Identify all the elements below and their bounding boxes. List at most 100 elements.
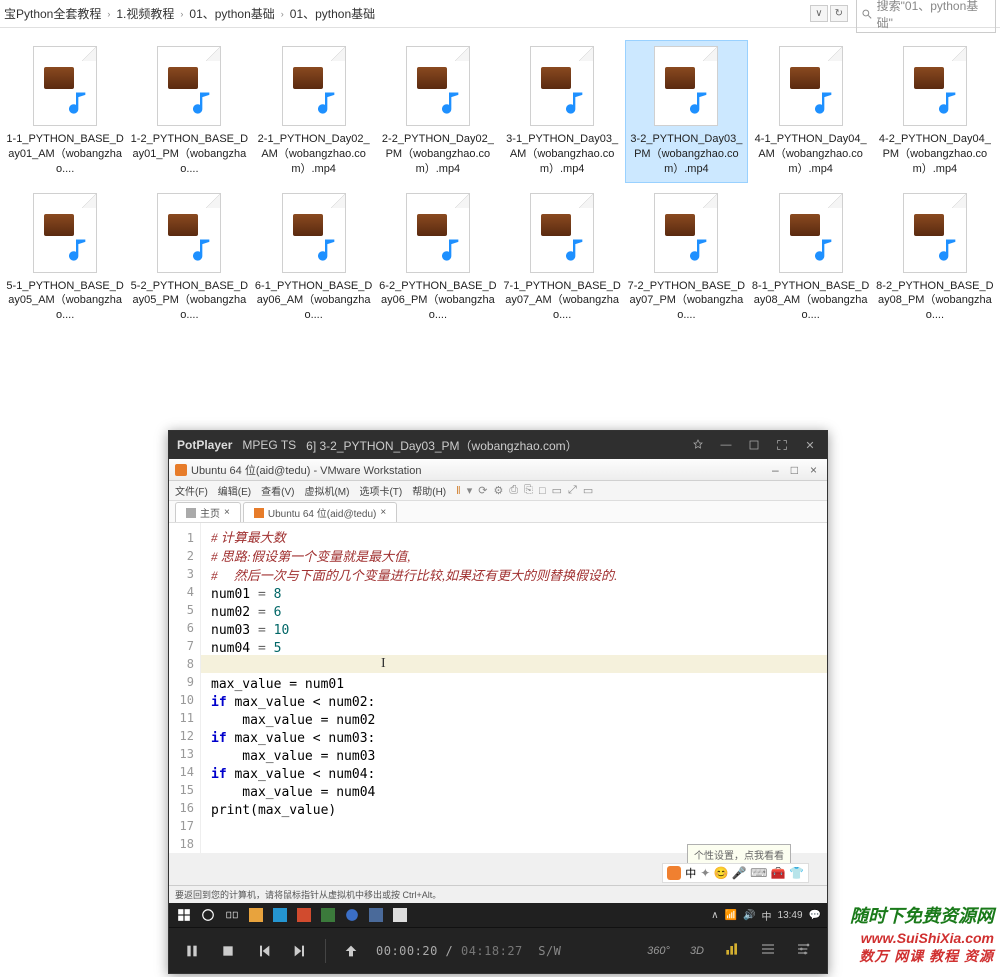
menu-vm: 虚拟机(M) — [304, 483, 349, 498]
player-title: 6] 3-2_PYTHON_Day03_PM（wobangzhao.com） — [306, 437, 577, 454]
ubuntu-icon — [175, 464, 187, 476]
video-content[interactable]: Ubuntu 64 位(aid@tedu) - VMware Workstati… — [169, 459, 827, 903]
lang-icon: 中 — [762, 908, 772, 923]
pin-icon[interactable] — [689, 436, 707, 454]
menu-help: 帮助(H) — [412, 483, 446, 498]
vm-maximize-button: □ — [787, 463, 802, 477]
file-name: 8-1_PYTHON_BASE_Day08_AM（wobangzhao.... — [752, 279, 870, 324]
video-thumbnail-icon — [33, 193, 97, 273]
file-item[interactable]: 3-1_PYTHON_Day03_AM（wobangzhao.com）.mp4 — [501, 40, 623, 183]
file-name: 6-2_PYTHON_BASE_Day06_PM（wobangzhao.... — [379, 279, 497, 324]
settings-button[interactable] — [793, 941, 815, 960]
video-thumbnail-icon — [282, 193, 346, 273]
time-display: 00:00:20 / 04:18:27 S/W — [376, 944, 561, 958]
next-button[interactable] — [289, 940, 311, 962]
app-icon — [343, 906, 361, 924]
vmware-toolbar: ‖▾⟳⚙⎙⎘□▭⤢▭ — [456, 484, 593, 497]
maximize-button[interactable] — [745, 436, 763, 454]
video-thumbnail-icon — [903, 46, 967, 126]
video-thumbnail-icon — [779, 46, 843, 126]
app-icon — [271, 906, 289, 924]
minimize-button[interactable]: — — [717, 436, 735, 454]
video-thumbnail-icon — [654, 46, 718, 126]
breadcrumb[interactable]: 宝Python全套教程› 1.视频教程› 01、python基础› 01、pyt… — [4, 5, 802, 22]
file-name: 1-1_PYTHON_BASE_Day01_AM（wobangzhao.... — [6, 132, 124, 177]
vr360-button[interactable]: 360° — [644, 945, 673, 957]
video-thumbnail-icon — [406, 193, 470, 273]
vmware-statusbar: 要返回到您的计算机，请将鼠标指针从虚拟机中移出或按 Ctrl+Alt。 — [169, 885, 827, 903]
app-icon — [367, 906, 385, 924]
close-button[interactable]: ✕ — [801, 436, 819, 454]
player-format: MPEG TS — [242, 438, 296, 452]
watermark-line2: www.SuiShiXia.com — [850, 929, 994, 947]
search-input[interactable]: 搜索"01、python基础" — [856, 0, 996, 33]
video-thumbnail-icon — [157, 193, 221, 273]
file-name: 6-1_PYTHON_BASE_Day06_AM（wobangzhao.... — [255, 279, 373, 324]
file-item[interactable]: 2-2_PYTHON_Day02_PM（wobangzhao.com）.mp4 — [377, 40, 499, 183]
ime-tool-icon: ✦ 😊 🎤 ⌨ 🧰 👕 — [700, 866, 804, 880]
video-thumbnail-icon — [530, 193, 594, 273]
video-thumbnail-icon — [903, 193, 967, 273]
tooltip-popup: 个性设置，点我看看 — [687, 844, 791, 865]
text-cursor-icon: I — [381, 655, 386, 673]
file-item[interactable]: 6-1_PYTHON_BASE_Day06_AM（wobangzhao.... — [253, 187, 375, 330]
eq-button[interactable] — [721, 941, 743, 960]
crumb-1[interactable]: 1.视频教程 — [116, 5, 174, 22]
open-button[interactable] — [340, 940, 362, 962]
player-titlebar[interactable]: PotPlayer MPEG TS 6] 3-2_PYTHON_Day03_PM… — [169, 431, 827, 459]
vm-minimize-button: – — [768, 463, 783, 477]
file-item[interactable]: 1-1_PYTHON_BASE_Day01_AM（wobangzhao.... — [4, 40, 126, 183]
video-thumbnail-icon — [654, 193, 718, 273]
ime-bar: 中 ✦ 😊 🎤 ⌨ 🧰 👕 — [662, 863, 809, 883]
video-thumbnail-icon — [33, 46, 97, 126]
file-item[interactable]: 6-2_PYTHON_BASE_Day06_PM（wobangzhao.... — [377, 187, 499, 330]
file-name: 5-1_PYTHON_BASE_Day05_AM（wobangzhao.... — [6, 279, 124, 324]
3d-button[interactable]: 3D — [687, 945, 707, 957]
file-name: 4-1_PYTHON_Day04_AM（wobangzhao.com）.mp4 — [752, 132, 870, 177]
app-icon — [319, 906, 337, 924]
file-item[interactable]: 4-2_PYTHON_Day04_PM（wobangzhao.com）.mp4 — [874, 40, 996, 183]
file-item[interactable]: 7-2_PYTHON_BASE_Day07_PM（wobangzhao.... — [625, 187, 747, 330]
file-item[interactable]: 4-1_PYTHON_Day04_AM（wobangzhao.com）.mp4 — [750, 40, 872, 183]
file-item[interactable]: 5-1_PYTHON_BASE_Day05_AM（wobangzhao.... — [4, 187, 126, 330]
tray-up-icon: ∧ — [711, 910, 718, 921]
network-icon: 📶 — [725, 910, 737, 921]
tab-ubuntu: Ubuntu 64 位(aid@tedu)× — [243, 502, 397, 522]
file-item[interactable]: 8-1_PYTHON_BASE_Day08_AM（wobangzhao.... — [750, 187, 872, 330]
vmware-menubar: 文件(F) 编辑(E) 查看(V) 虚拟机(M) 选项卡(T) 帮助(H) ‖▾… — [169, 481, 827, 501]
file-item[interactable]: 7-1_PYTHON_BASE_Day07_AM（wobangzhao.... — [501, 187, 623, 330]
watermark-line1: 随时下免费资源网 — [850, 905, 994, 928]
vm-close-button: × — [806, 463, 821, 477]
file-name: 2-1_PYTHON_Day02_AM（wobangzhao.com）.mp4 — [255, 132, 373, 177]
cortana-icon — [199, 906, 217, 924]
search-placeholder: 搜索"01、python基础" — [877, 0, 991, 31]
nav-dropdown[interactable]: ∨↻ — [810, 5, 848, 22]
system-tray: ∧ 📶 🔊 中 13:49 💬 — [711, 908, 821, 923]
prev-button[interactable] — [253, 940, 275, 962]
player-app-name: PotPlayer — [177, 438, 232, 452]
file-item[interactable]: 8-2_PYTHON_BASE_Day08_PM（wobangzhao.... — [874, 187, 996, 330]
crumb-2[interactable]: 01、python基础 — [189, 5, 274, 22]
crumb-3[interactable]: 01、python基础 — [290, 5, 375, 22]
file-grid: 1-1_PYTHON_BASE_Day01_AM（wobangzhao....1… — [0, 28, 1000, 337]
pause-button[interactable] — [181, 940, 203, 962]
vmware-title: Ubuntu 64 位(aid@tedu) - VMware Workstati… — [191, 462, 421, 478]
playlist-button[interactable] — [757, 941, 779, 960]
stop-button[interactable] — [217, 940, 239, 962]
chevron-right-icon: › — [107, 9, 110, 19]
crumb-0[interactable]: 宝Python全套教程 — [4, 5, 101, 22]
file-item[interactable]: 1-2_PYTHON_BASE_Day01_PM（wobangzhao.... — [128, 40, 250, 183]
vmware-titlebar: Ubuntu 64 位(aid@tedu) - VMware Workstati… — [169, 459, 827, 481]
file-name: 7-2_PYTHON_BASE_Day07_PM（wobangzhao.... — [627, 279, 745, 324]
file-name: 7-1_PYTHON_BASE_Day07_AM（wobangzhao.... — [503, 279, 621, 324]
volume-icon: 🔊 — [743, 910, 755, 921]
code-body: # 计算最大数 # 思路:假设第一个变量就是最大值, # 然后一次与下面的几个变… — [201, 523, 827, 853]
file-item[interactable]: 2-1_PYTHON_Day02_AM（wobangzhao.com）.mp4 — [253, 40, 375, 183]
fullscreen-button[interactable] — [773, 436, 791, 454]
file-item[interactable]: 3-2_PYTHON_Day03_PM（wobangzhao.com）.mp4 — [625, 40, 747, 183]
menu-edit: 编辑(E) — [218, 483, 251, 498]
menu-tabs: 选项卡(T) — [359, 483, 402, 498]
file-item[interactable]: 5-2_PYTHON_BASE_Day05_PM（wobangzhao.... — [128, 187, 250, 330]
menu-view: 查看(V) — [261, 483, 294, 498]
watermark-line3: 数万 网课 教程 资源 — [850, 947, 994, 965]
